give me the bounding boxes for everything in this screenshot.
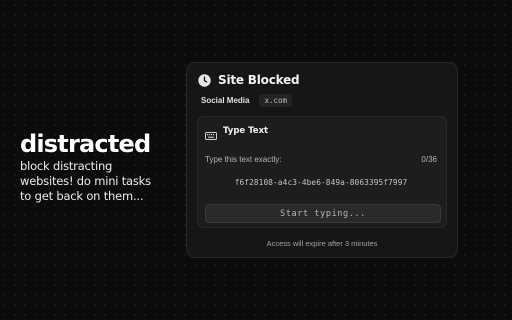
- promo-tagline-line: block distracting: [20, 159, 113, 173]
- task-header: Type Text: [205, 126, 269, 140]
- domain-tag: x.com: [259, 94, 293, 107]
- target-text: f6f28108-a4c3-4be6-849a-8063395f7997: [234, 178, 408, 187]
- instruction-text: Type this text exactly:: [205, 155, 282, 164]
- task-title: Type Text: [223, 126, 269, 136]
- site-tags: Social Media x.com: [197, 94, 293, 107]
- expiry-note: Access will expire after 3 minutes: [266, 239, 378, 248]
- keyboard-icon: [205, 127, 217, 140]
- promo-title: distracted: [20, 130, 151, 158]
- promo-tagline-line: websites! do mini tasks: [20, 174, 151, 188]
- task-card: Type Text Type this text exactly: 0/36 f…: [197, 116, 447, 228]
- site-blocked-panel: Site Blocked Social Media x.com Type Tex…: [186, 62, 458, 258]
- clock-icon: [198, 73, 211, 87]
- category-tag: Social Media: [201, 96, 250, 105]
- promo-tagline: block distracting websites! do mini task…: [20, 159, 180, 204]
- panel-header: Site Blocked: [198, 73, 300, 87]
- promo-section: distracted block distracting websites! d…: [20, 130, 180, 204]
- progress-counter: 0/36: [421, 155, 437, 164]
- promo-tagline-line: to get back on them...: [20, 189, 144, 203]
- panel-title: Site Blocked: [218, 73, 300, 87]
- instruction-row: Type this text exactly: 0/36: [205, 155, 437, 164]
- typing-input[interactable]: [205, 204, 441, 223]
